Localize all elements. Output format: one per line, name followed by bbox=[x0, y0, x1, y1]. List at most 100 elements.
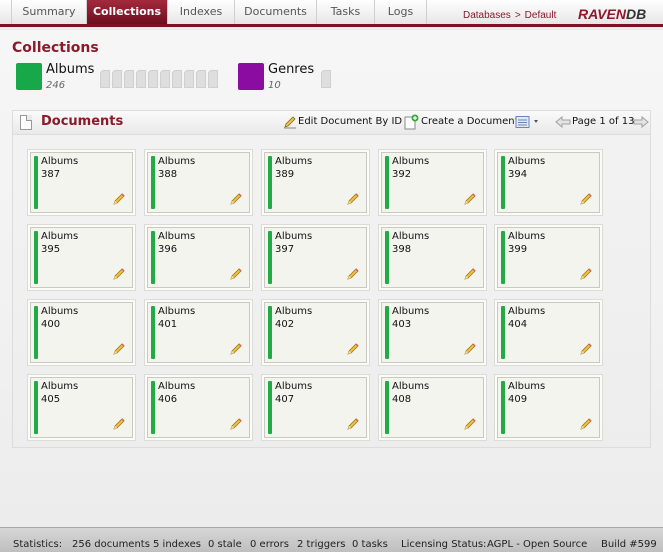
mini-document-icon bbox=[208, 70, 218, 88]
edit-pencil-icon[interactable] bbox=[579, 267, 593, 281]
document-card[interactable]: Albums 388 bbox=[147, 152, 250, 213]
document-collection-name: Albums bbox=[392, 156, 430, 167]
document-collection-name: Albums bbox=[275, 231, 313, 242]
edit-pencil-icon[interactable] bbox=[346, 417, 360, 431]
mini-document-icon bbox=[100, 70, 110, 88]
edit-pencil-icon[interactable] bbox=[112, 267, 126, 281]
edit-pencil-icon[interactable] bbox=[112, 417, 126, 431]
document-collection-name: Albums bbox=[275, 306, 313, 317]
edit-pencil-icon[interactable] bbox=[346, 342, 360, 356]
license-link[interactable]: AGPL - Open Source bbox=[487, 539, 587, 550]
document-id: 389 bbox=[275, 169, 295, 180]
document-card[interactable]: Albums 397 bbox=[264, 227, 367, 288]
document-card[interactable]: Albums 405 bbox=[30, 377, 133, 438]
documents-panel-header: Documents Edit Document By ID Create a D… bbox=[13, 111, 650, 135]
tab-tasks[interactable]: Tasks bbox=[317, 0, 375, 24]
document-id: 404 bbox=[508, 319, 528, 330]
document-card[interactable]: Albums 394 bbox=[497, 152, 600, 213]
document-collection-name: Albums bbox=[508, 381, 546, 392]
document-id: 400 bbox=[41, 319, 61, 330]
edit-pencil-icon[interactable] bbox=[229, 417, 243, 431]
mini-document-icon bbox=[112, 70, 122, 88]
document-id: 403 bbox=[392, 319, 412, 330]
edit-document-icon bbox=[284, 116, 296, 129]
edit-pencil-icon[interactable] bbox=[229, 267, 243, 281]
document-collection-name: Albums bbox=[158, 231, 196, 242]
collection-color-bar bbox=[385, 231, 389, 284]
collection-color-bar bbox=[268, 381, 272, 434]
document-card[interactable]: Albums 398 bbox=[381, 227, 484, 288]
collection-color-bar bbox=[268, 306, 272, 359]
document-card[interactable]: Albums 408 bbox=[381, 377, 484, 438]
document-id: 409 bbox=[508, 394, 528, 405]
document-collection-name: Albums bbox=[508, 231, 546, 242]
tab-logs[interactable]: Logs bbox=[375, 0, 427, 24]
document-collection-name: Albums bbox=[41, 306, 79, 317]
document-id: 406 bbox=[158, 394, 178, 405]
document-card[interactable]: Albums 392 bbox=[381, 152, 484, 213]
document-card[interactable]: Albums 399 bbox=[497, 227, 600, 288]
edit-document-by-id-button[interactable]: Edit Document By ID bbox=[298, 116, 402, 127]
collection-genres[interactable]: Genres 10 bbox=[238, 62, 318, 93]
edit-pencil-icon[interactable] bbox=[229, 192, 243, 206]
document-id: 408 bbox=[392, 394, 412, 405]
genres-document-stack bbox=[321, 70, 331, 88]
indexes-count: 5 indexes bbox=[153, 539, 201, 550]
document-card[interactable]: Albums 387 bbox=[30, 152, 133, 213]
document-collection-name: Albums bbox=[508, 156, 546, 167]
breadcrumb-current-database[interactable]: Default bbox=[525, 10, 557, 21]
previous-page-icon[interactable] bbox=[555, 115, 571, 129]
edit-pencil-icon[interactable] bbox=[463, 192, 477, 206]
collection-color-bar bbox=[151, 381, 155, 434]
create-document-button[interactable]: Create a Document bbox=[421, 116, 519, 127]
edit-pencil-icon[interactable] bbox=[346, 192, 360, 206]
document-card[interactable]: Albums 395 bbox=[30, 227, 133, 288]
triggers-count: 2 triggers bbox=[297, 539, 346, 550]
tab-indexes[interactable]: Indexes bbox=[168, 0, 235, 24]
document-id: 405 bbox=[41, 394, 61, 405]
edit-pencil-icon[interactable] bbox=[579, 192, 593, 206]
edit-pencil-icon[interactable] bbox=[112, 192, 126, 206]
edit-pencil-icon[interactable] bbox=[579, 417, 593, 431]
edit-pencil-icon[interactable] bbox=[463, 267, 477, 281]
document-card[interactable]: Albums 404 bbox=[497, 302, 600, 363]
document-card[interactable]: Albums 407 bbox=[264, 377, 367, 438]
document-collection-name: Albums bbox=[275, 381, 313, 392]
documents-heading: Documents bbox=[41, 114, 124, 129]
document-card[interactable]: Albums 400 bbox=[30, 302, 133, 363]
document-collection-name: Albums bbox=[392, 381, 430, 392]
tab-documents[interactable]: Documents bbox=[235, 0, 317, 24]
stale-count: 0 stale bbox=[208, 539, 242, 550]
document-card[interactable]: Albums 403 bbox=[381, 302, 484, 363]
collection-color-bar bbox=[501, 306, 505, 359]
collection-count: 10 bbox=[268, 80, 281, 91]
mini-document-icon bbox=[172, 70, 182, 88]
edit-pencil-icon[interactable] bbox=[112, 342, 126, 356]
edit-pencil-icon[interactable] bbox=[463, 417, 477, 431]
collection-albums[interactable]: Albums 246 bbox=[16, 62, 94, 93]
document-id: 398 bbox=[392, 244, 412, 255]
document-card[interactable]: Albums 406 bbox=[147, 377, 250, 438]
collection-color-bar bbox=[268, 231, 272, 284]
main-content: Collections Albums 246 Genres 10 Documen… bbox=[0, 30, 663, 527]
view-mode-dropdown-icon[interactable] bbox=[515, 116, 541, 128]
document-card[interactable]: Albums 402 bbox=[264, 302, 367, 363]
collection-color-bar bbox=[151, 156, 155, 209]
collection-color-bar bbox=[34, 156, 38, 209]
edit-pencil-icon[interactable] bbox=[346, 267, 360, 281]
edit-pencil-icon[interactable] bbox=[579, 342, 593, 356]
create-document-icon bbox=[404, 114, 419, 130]
collection-color-bar bbox=[34, 231, 38, 284]
tab-summary[interactable]: Summary bbox=[11, 0, 87, 24]
document-id: 396 bbox=[158, 244, 178, 255]
document-card[interactable]: Albums 396 bbox=[147, 227, 250, 288]
document-card[interactable]: Albums 409 bbox=[497, 377, 600, 438]
next-page-icon[interactable] bbox=[633, 115, 649, 129]
document-icon bbox=[20, 115, 32, 130]
edit-pencil-icon[interactable] bbox=[229, 342, 243, 356]
document-card[interactable]: Albums 389 bbox=[264, 152, 367, 213]
edit-pencil-icon[interactable] bbox=[463, 342, 477, 356]
tab-collections[interactable]: Collections bbox=[87, 0, 168, 24]
document-card[interactable]: Albums 401 bbox=[147, 302, 250, 363]
breadcrumb-databases-link[interactable]: Databases bbox=[463, 10, 511, 21]
